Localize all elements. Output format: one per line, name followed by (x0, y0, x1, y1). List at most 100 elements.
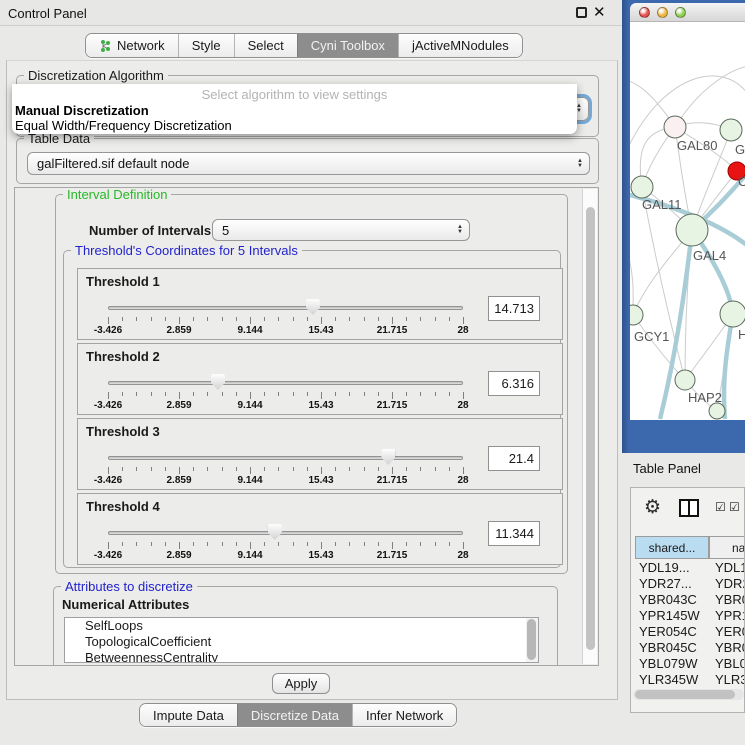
network-canvas[interactable]: GAL80GACGAL11GAL4GCY1HHAP2 (630, 22, 745, 420)
network-node-gal4[interactable] (676, 214, 708, 246)
minimize-traffic-light-icon[interactable] (657, 7, 668, 18)
table-row[interactable]: YER054CYER0 (631, 624, 744, 640)
bottom-tab-infer-network[interactable]: Infer Network (352, 704, 456, 726)
column-header-shared-name[interactable]: shared... (635, 536, 709, 559)
threshold-panel: Threshold 1-3.4262.8599.14415.4321.71528… (77, 268, 563, 340)
network-node-ga[interactable] (720, 119, 742, 141)
combo-stepper-icon[interactable]: ▲▼ (457, 225, 463, 235)
column-header-name[interactable]: na (709, 536, 745, 559)
network-node-gal80[interactable] (664, 116, 686, 138)
panel-title: Control Panel (8, 6, 87, 21)
slider-tick-label: -3.426 (81, 550, 135, 561)
bottom-tab-impute-data[interactable]: Impute Data (140, 704, 237, 726)
close-traffic-light-icon[interactable] (639, 7, 650, 18)
attributes-list[interactable]: SelfLoopsTopologicalCoefficientBetweenne… (64, 617, 539, 663)
network-node-gcy1[interactable] (630, 305, 643, 325)
table-cell-shared-name: YER054C (639, 624, 697, 639)
num-intervals-label: Number of Intervals (89, 223, 211, 238)
slider-tick (108, 392, 109, 399)
network-node-hap2[interactable] (675, 370, 695, 390)
network-node[interactable] (709, 403, 725, 419)
tab-label: Style (192, 38, 221, 53)
table-row[interactable]: YDL19...YDL1 (631, 560, 744, 576)
attribute-list-item[interactable]: SelfLoops (65, 618, 538, 634)
table-cell-name: YBL0 (715, 656, 745, 671)
num-intervals-combobox[interactable]: 5 ▲▼ (212, 219, 470, 241)
table-data-combobox[interactable]: galFiltered.sif default node ▲▼ (27, 152, 590, 175)
slider-tick (321, 542, 322, 549)
slider-tick (349, 392, 350, 396)
threshold-slider[interactable] (108, 531, 463, 535)
table-cell-shared-name: YBR045C (639, 640, 697, 655)
attribute-list-item[interactable]: TopologicalCoefficient (65, 634, 538, 650)
tab-cyni-toolbox[interactable]: Cyni Toolbox (297, 34, 398, 57)
attributes-group: Attributes to discretize Numerical Attri… (53, 586, 558, 666)
threshold-value-input[interactable]: 14.713 (488, 296, 540, 321)
tab-jactivemnodules[interactable]: jActiveMNodules (398, 34, 522, 57)
cyni-toolbox-panel: Discretization Algorithm ▲▼ Table Data g… (6, 60, 618, 700)
threshold-value-input[interactable]: 6.316 (488, 371, 540, 396)
node-label: GCY1 (634, 329, 669, 344)
tab-network[interactable]: Network (86, 34, 178, 57)
threshold-slider[interactable] (108, 381, 463, 385)
gear-icon[interactable]: ⚙ (644, 496, 661, 519)
slider-thumb[interactable] (306, 299, 320, 315)
apply-button[interactable]: Apply (272, 673, 330, 694)
table-panel-toolbar: ⚙ ☑ ☑ (631, 488, 744, 532)
popup-option-equal-width-frequency-discretization[interactable]: Equal Width/Frequency Discretization (15, 118, 232, 133)
attributes-group-label: Attributes to discretize (61, 579, 197, 594)
slider-tick (179, 467, 180, 474)
tab-style[interactable]: Style (178, 34, 234, 57)
threshold-slider[interactable] (108, 456, 463, 460)
columns-icon[interactable] (679, 499, 699, 517)
table-row[interactable]: YLR345WYLR3 (631, 672, 744, 688)
node-label: GA (735, 142, 745, 157)
threshold-value-input[interactable]: 11.344 (488, 521, 540, 546)
slider-tick (278, 467, 279, 471)
slider-tick (108, 317, 109, 324)
table-row[interactable]: YDR27...YDR2 (631, 576, 744, 592)
bottom-tab-discretize-data[interactable]: Discretize Data (237, 704, 352, 726)
slider-tick (165, 542, 166, 546)
attributes-list-scrollbar[interactable] (526, 618, 538, 662)
table-row[interactable]: YBR043C YBR0 (631, 592, 744, 608)
network-window-titlebar (630, 3, 745, 22)
tab-select[interactable]: Select (234, 34, 297, 57)
slider-tick (264, 467, 265, 471)
slider-tick (349, 542, 350, 546)
control-panel-titlebar: Control Panel ✕ (0, 0, 622, 26)
thresholds-group: Threshold's Coordinates for 5 Intervals … (63, 250, 561, 568)
combo-stepper-icon[interactable]: ▲▼ (577, 159, 583, 169)
network-node-gal11[interactable] (631, 176, 653, 198)
table-cell-name: YBR0 (715, 592, 745, 607)
threshold-slider[interactable] (108, 306, 463, 310)
table-row[interactable]: YBR045CYBR0 (631, 640, 744, 656)
close-icon[interactable]: ✕ (593, 3, 606, 21)
table-cell-shared-name: YBR043C (639, 592, 697, 607)
settings-scrollbar[interactable] (582, 189, 597, 664)
attribute-list-item[interactable]: BetweennessCentrality (65, 650, 538, 663)
table-row[interactable]: YPR145WYPR1 (631, 608, 744, 624)
checkbox-icon[interactable]: ☑ (715, 500, 726, 514)
slider-tick (278, 317, 279, 321)
zoom-traffic-light-icon[interactable] (675, 7, 686, 18)
slider-thumb[interactable] (211, 374, 225, 390)
checkbox-icon[interactable]: ☑ (729, 500, 740, 514)
slider-tick (136, 467, 137, 471)
slider-thumb[interactable] (268, 524, 282, 540)
table-row[interactable]: YBL079WYBL0 (631, 656, 744, 672)
slider-tick (392, 392, 393, 399)
slider-tick-label: 2.859 (152, 325, 206, 336)
slider-tick-label: 28 (436, 400, 490, 411)
slider-thumb[interactable] (381, 449, 395, 465)
float-window-icon[interactable] (576, 7, 587, 18)
table-horizontal-scrollbar[interactable] (633, 689, 744, 700)
slider-tick-label: 15.43 (294, 400, 348, 411)
network-node-h[interactable] (720, 301, 745, 327)
threshold-value-input[interactable]: 21.4 (488, 446, 540, 471)
slider-tick (293, 542, 294, 546)
popup-option-manual-discretization[interactable]: Manual Discretization (15, 103, 149, 118)
slider-tick (335, 542, 336, 546)
slider-tick (378, 317, 379, 321)
slider-tick (349, 317, 350, 321)
